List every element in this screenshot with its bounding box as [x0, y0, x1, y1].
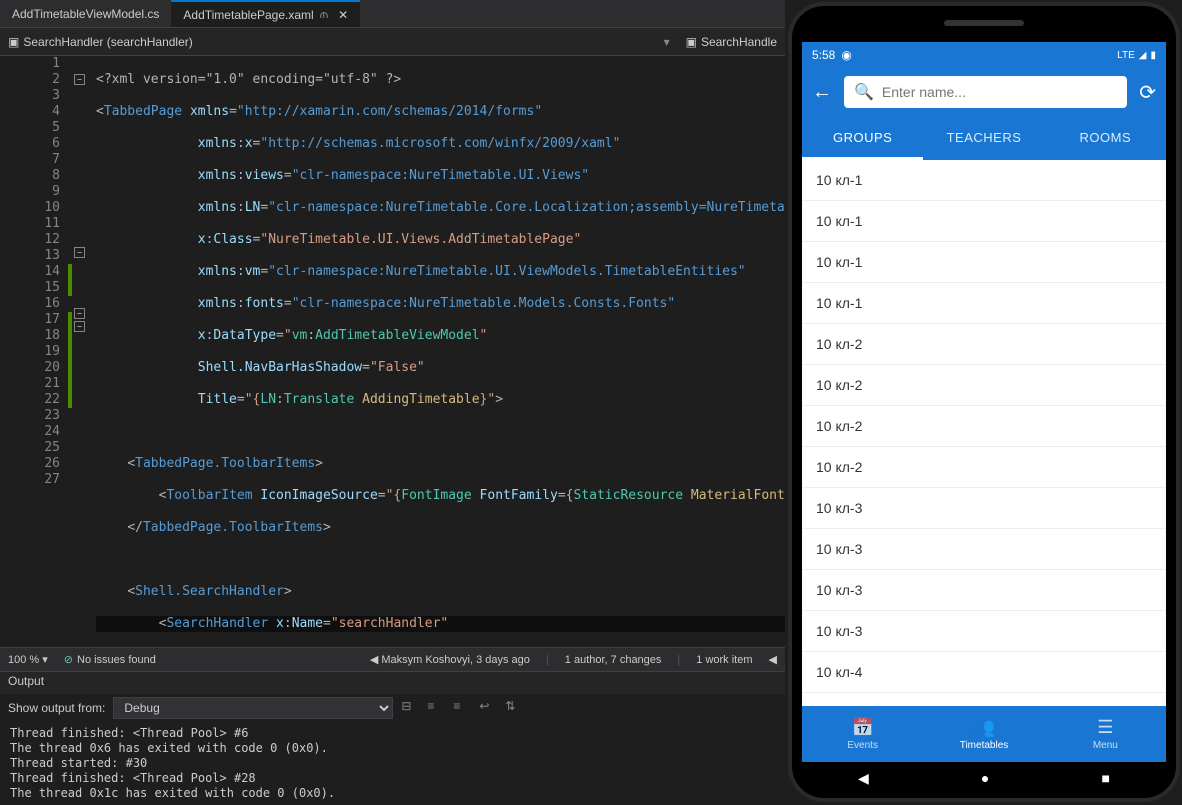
- output-toolbar: Show output from: Debug ⊟ ≡ ≡ ↩ ⇅: [0, 694, 785, 722]
- nav-scope-left[interactable]: ▣ SearchHandler (searchHandler) ▾: [0, 33, 678, 51]
- output-source-select[interactable]: Debug: [113, 697, 393, 719]
- device-screen: 5:58 ◉ LTE ◢ ▮ ← 🔍 ⟳ GROUPS TEACHERS: [802, 42, 1166, 762]
- outdent-icon[interactable]: ≡: [453, 699, 471, 717]
- sync-icon[interactable]: ⟳: [1139, 80, 1156, 105]
- tab-viewmodel[interactable]: AddTimetableViewModel.cs: [0, 0, 171, 27]
- list-item[interactable]: 10 кл-3: [802, 611, 1166, 652]
- bottom-nav: 📅 Events 👥 Timetables ☰ Menu: [802, 706, 1166, 762]
- document-tabs: AddTimetableViewModel.cs AddTimetablePag…: [0, 0, 785, 28]
- list-item[interactable]: 10 кл-1: [802, 160, 1166, 201]
- ide-window: AddTimetableViewModel.cs AddTimetablePag…: [0, 0, 785, 805]
- list-item[interactable]: 10 кл-1: [802, 201, 1166, 242]
- editor-status-bar: 100 % ▾ ⊘No issues found ◀ Maksym Koshov…: [0, 647, 785, 671]
- fold-column: − − − −: [72, 56, 90, 647]
- codelens-author[interactable]: ◀ Maksym Koshovyi, 3 days ago: [370, 653, 530, 666]
- nav-menu[interactable]: ☰ Menu: [1045, 706, 1166, 762]
- nav-events[interactable]: 📅 Events: [802, 706, 923, 762]
- app-tabs: GROUPS TEACHERS ROOMS: [802, 118, 1166, 160]
- menu-icon: ☰: [1097, 717, 1113, 738]
- chevron-down-icon: ▾: [664, 35, 670, 49]
- close-icon[interactable]: ✕: [338, 8, 348, 22]
- list-item[interactable]: 10 кл-2: [802, 447, 1166, 488]
- list-item[interactable]: 10 кл-1: [802, 283, 1166, 324]
- tab-xaml[interactable]: AddTimetablePage.xaml ⫙ ✕: [171, 0, 360, 27]
- object-icon: ▣: [8, 35, 19, 49]
- battery-icon: ▮: [1150, 50, 1156, 61]
- items-list[interactable]: 10 кл-1 10 кл-1 10 кл-1 10 кл-1 10 кл-2 …: [802, 160, 1166, 706]
- list-item[interactable]: 10 кл-3: [802, 488, 1166, 529]
- code-content[interactable]: <?xml version="1.0" encoding="utf-8" ?> …: [90, 56, 785, 647]
- output-line: The thread 0x6 has exited with code 0 (0…: [10, 741, 775, 756]
- android-statusbar: 5:58 ◉ LTE ◢ ▮: [802, 42, 1166, 68]
- codelens-changes[interactable]: 1 author, 7 changes: [565, 654, 662, 666]
- navigation-bar: ▣ SearchHandler (searchHandler) ▾ ▣ Sear…: [0, 28, 785, 56]
- list-item[interactable]: 10 кл-4: [802, 652, 1166, 693]
- list-item[interactable]: 10 кл-2: [802, 324, 1166, 365]
- fold-icon[interactable]: −: [74, 247, 85, 258]
- output-content[interactable]: Thread finished: <Thread Pool> #6 The th…: [0, 722, 785, 805]
- output-line: Thread finished: <Thread Pool> #28: [10, 771, 775, 786]
- debug-icon: ◉: [841, 48, 851, 62]
- tab-groups[interactable]: GROUPS: [802, 118, 923, 160]
- zoom-level[interactable]: 100 % ▾: [8, 653, 48, 666]
- search-box[interactable]: 🔍: [844, 76, 1127, 108]
- back-button[interactable]: ◀: [858, 770, 869, 787]
- code-editor[interactable]: 1234567891011121314151617181920212223242…: [0, 56, 785, 647]
- nav-timetables[interactable]: 👥 Timetables: [923, 706, 1044, 762]
- search-icon: 🔍: [854, 82, 874, 102]
- clear-icon[interactable]: ⊟: [401, 699, 419, 717]
- codelens-workitem[interactable]: 1 work item: [696, 654, 752, 666]
- speaker-icon: [944, 20, 1024, 26]
- output-title: Output: [0, 672, 785, 694]
- fold-icon[interactable]: −: [74, 321, 85, 332]
- tab-teachers[interactable]: TEACHERS: [923, 118, 1044, 160]
- search-input[interactable]: [882, 84, 1117, 100]
- app-header: ← 🔍 ⟳: [802, 68, 1166, 118]
- signal-icon: ◢: [1139, 50, 1147, 61]
- output-line: The thread 0x1c has exited with code 0 (…: [10, 786, 775, 801]
- back-arrow-icon[interactable]: ←: [812, 81, 832, 104]
- recent-button[interactable]: ■: [1101, 770, 1109, 786]
- line-numbers: 1234567891011121314151617181920212223242…: [0, 56, 68, 647]
- clock: 5:58: [812, 48, 835, 62]
- object-icon: ▣: [686, 35, 697, 49]
- issues-status[interactable]: ⊘No issues found: [64, 653, 156, 666]
- android-system-nav: ◀ ● ■: [802, 764, 1166, 792]
- calendar-icon: 📅: [851, 717, 873, 738]
- pin-icon[interactable]: ⫙: [320, 7, 328, 22]
- wordwrap-icon[interactable]: ↩: [479, 699, 497, 717]
- list-item[interactable]: 10 кл-4: [802, 693, 1166, 706]
- scroll-left-icon[interactable]: ◀: [769, 653, 777, 666]
- list-item[interactable]: 10 кл-1: [802, 242, 1166, 283]
- tab-rooms[interactable]: ROOMS: [1045, 118, 1166, 160]
- fold-icon[interactable]: −: [74, 74, 85, 85]
- list-item[interactable]: 10 кл-2: [802, 406, 1166, 447]
- output-source-label: Show output from:: [8, 701, 105, 715]
- list-item[interactable]: 10 кл-3: [802, 529, 1166, 570]
- people-icon: 👥: [973, 717, 995, 738]
- list-item[interactable]: 10 кл-2: [802, 365, 1166, 406]
- android-emulator: 5:58 ◉ LTE ◢ ▮ ← 🔍 ⟳ GROUPS TEACHERS: [788, 2, 1180, 802]
- toggle-icon[interactable]: ⇅: [505, 699, 523, 717]
- home-button[interactable]: ●: [981, 770, 989, 786]
- nav-scope-right[interactable]: ▣ SearchHandle: [678, 33, 785, 51]
- output-line: Thread finished: <Thread Pool> #6: [10, 726, 775, 741]
- indent-icon[interactable]: ≡: [427, 699, 445, 717]
- network-label: LTE: [1117, 50, 1135, 61]
- output-line: Thread started: #30: [10, 756, 775, 771]
- output-panel: Output Show output from: Debug ⊟ ≡ ≡ ↩ ⇅…: [0, 671, 785, 805]
- fold-icon[interactable]: −: [74, 308, 85, 319]
- list-item[interactable]: 10 кл-3: [802, 570, 1166, 611]
